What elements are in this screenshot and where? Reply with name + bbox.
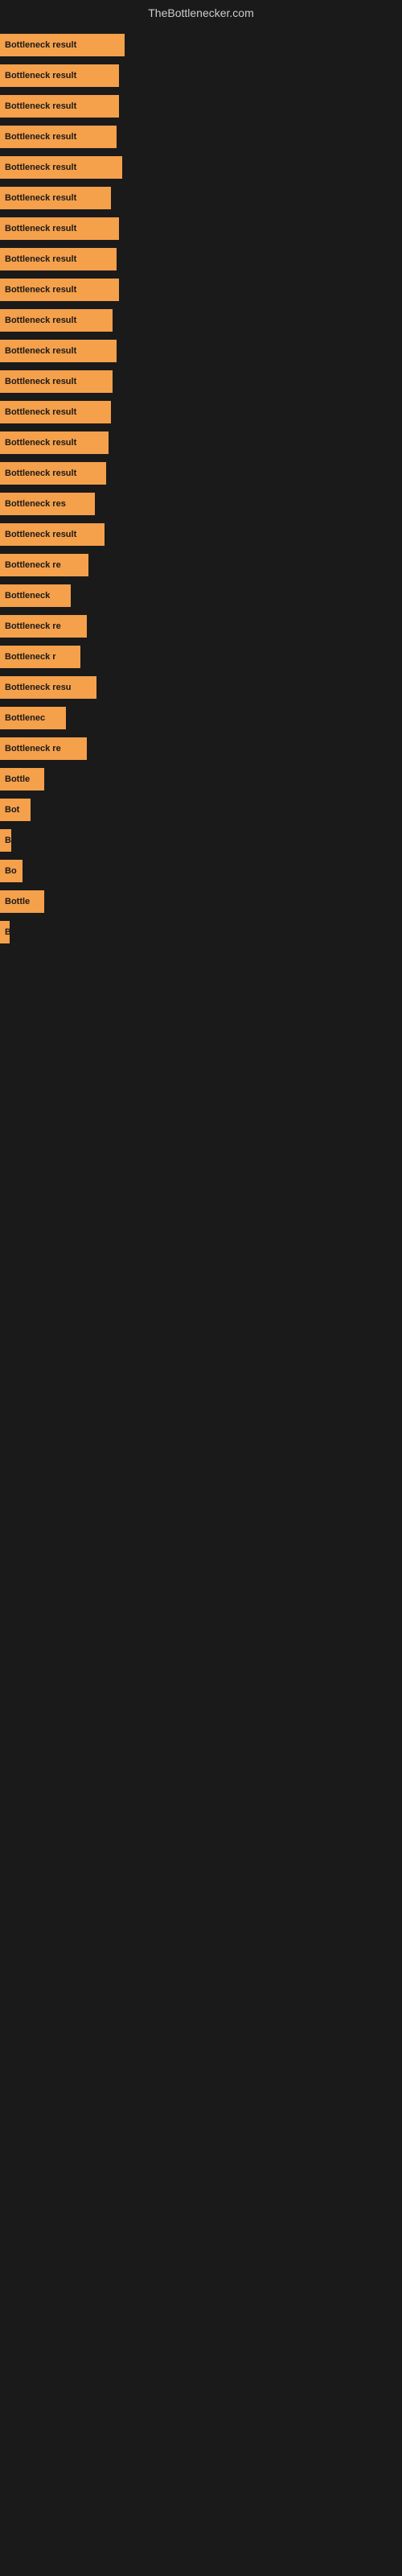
bar-row: Bottleneck resu [0,673,402,702]
bottleneck-bar[interactable]: Bottleneck re [0,554,88,576]
bottleneck-bar[interactable]: Bottleneck result [0,462,106,485]
bottleneck-bar[interactable]: B [0,829,11,852]
bottleneck-bar[interactable]: Bottle [0,890,44,913]
bottleneck-bar[interactable]: Bottleneck re [0,737,87,760]
bottleneck-bar[interactable]: Bottle [0,768,44,791]
bar-row [0,1040,402,1069]
bar-row [0,1009,402,1038]
bottleneck-bar[interactable]: Bottleneck result [0,248,117,270]
bottleneck-bar[interactable]: Bottleneck result [0,431,109,454]
bar-label: Bottleneck result [5,71,76,80]
bar-row: Bottleneck [0,581,402,610]
bar-label: Bottle [5,774,30,784]
bar-row: Bo [0,857,402,886]
bar-label: Bottlenec [5,713,45,723]
bottleneck-bar[interactable]: Bottleneck res [0,493,95,515]
bar-row: Bottleneck result [0,92,402,121]
bar-label: Bottleneck result [5,163,76,172]
bar-row: Bottleneck r [0,642,402,671]
bar-label: Bottleneck result [5,469,76,478]
bars-container: Bottleneck result Bottleneck result Bottle… [0,23,402,1109]
bar-row: Bottleneck result [0,336,402,365]
bar-row: Bottleneck result [0,184,402,213]
bar-label: B [5,927,10,937]
bar-row [0,979,402,1008]
bottleneck-bar[interactable]: Bottleneck result [0,401,111,423]
bar-row: Bottleneck result [0,367,402,396]
bottleneck-bar[interactable]: Bottleneck resu [0,676,96,699]
bottleneck-bar[interactable]: Bottleneck result [0,95,119,118]
bar-label: Bot [5,805,19,815]
bar-row: Bottleneck result [0,275,402,304]
bottleneck-bar[interactable]: Bottlenec [0,707,66,729]
site-title: TheBottlenecker.com [0,0,402,23]
bar-row: Bottleneck result [0,459,402,488]
bar-row: Bottleneck re [0,734,402,763]
bar-label: Bottleneck result [5,285,76,295]
bar-label: Bottleneck re [5,744,61,753]
bar-row: Bottleneck result [0,61,402,90]
bar-label: Bottleneck r [5,652,56,662]
bar-label: Bottleneck result [5,193,76,203]
bar-row: Bottleneck result [0,153,402,182]
bar-label: Bottleneck result [5,316,76,325]
bottleneck-bar[interactable]: Bottleneck result [0,187,111,209]
bar-row: Bot [0,795,402,824]
bar-label: Bottleneck [5,591,50,601]
bar-label: Bottleneck resu [5,683,72,692]
bottleneck-bar[interactable]: B [0,921,10,943]
bar-row: Bottleneck result [0,245,402,274]
bottleneck-bar[interactable]: Bottleneck result [0,156,122,179]
bottleneck-bar[interactable]: Bottleneck result [0,309,113,332]
bottleneck-bar[interactable]: Bot [0,799,31,821]
bottleneck-bar[interactable]: Bottleneck [0,584,71,607]
bottleneck-bar[interactable]: Bottleneck result [0,340,117,362]
bar-label: Bottleneck result [5,40,76,50]
bar-row [0,948,402,977]
bar-row: Bottleneck result [0,398,402,427]
bar-label: Bottleneck result [5,132,76,142]
bar-row: B [0,826,402,855]
bottleneck-bar[interactable]: Bottleneck r [0,646,80,668]
bar-row: Bottleneck res [0,489,402,518]
bar-row: Bottlenec [0,704,402,733]
bar-row: B [0,918,402,947]
bar-label: Bottleneck res [5,499,66,509]
bottleneck-bar[interactable]: Bottleneck result [0,217,119,240]
bar-row: Bottleneck result [0,122,402,151]
bar-label: Bo [5,866,17,876]
bar-label: Bottleneck result [5,530,76,539]
bottleneck-bar[interactable]: Bottleneck result [0,34,125,56]
bar-row [0,1071,402,1100]
bar-label: Bottleneck result [5,254,76,264]
bottleneck-bar[interactable]: Bottleneck result [0,279,119,301]
bar-label: Bottleneck result [5,407,76,417]
bar-row: Bottleneck re [0,612,402,641]
bottleneck-bar[interactable]: Bottleneck result [0,523,105,546]
bar-label: Bottleneck re [5,621,61,631]
bar-row: Bottle [0,887,402,916]
bar-label: Bottleneck result [5,377,76,386]
bar-row: Bottleneck re [0,551,402,580]
bottleneck-bar[interactable]: Bottleneck re [0,615,87,638]
bar-label: Bottleneck result [5,101,76,111]
bar-row: Bottleneck result [0,214,402,243]
bar-label: Bottleneck result [5,438,76,448]
bar-label: Bottleneck re [5,560,61,570]
bar-row: Bottleneck result [0,520,402,549]
bar-row: Bottleneck result [0,31,402,60]
bottleneck-bar[interactable]: Bottleneck result [0,64,119,87]
bottleneck-bar[interactable]: Bottleneck result [0,126,117,148]
bottleneck-bar[interactable]: Bottleneck result [0,370,113,393]
bar-row: Bottleneck result [0,306,402,335]
bar-row: Bottle [0,765,402,794]
bar-label: Bottleneck result [5,346,76,356]
bottleneck-bar[interactable]: Bo [0,860,23,882]
bar-label: Bottle [5,897,30,906]
bar-label: B [5,836,11,845]
bar-row: Bottleneck result [0,428,402,457]
bar-label: Bottleneck result [5,224,76,233]
